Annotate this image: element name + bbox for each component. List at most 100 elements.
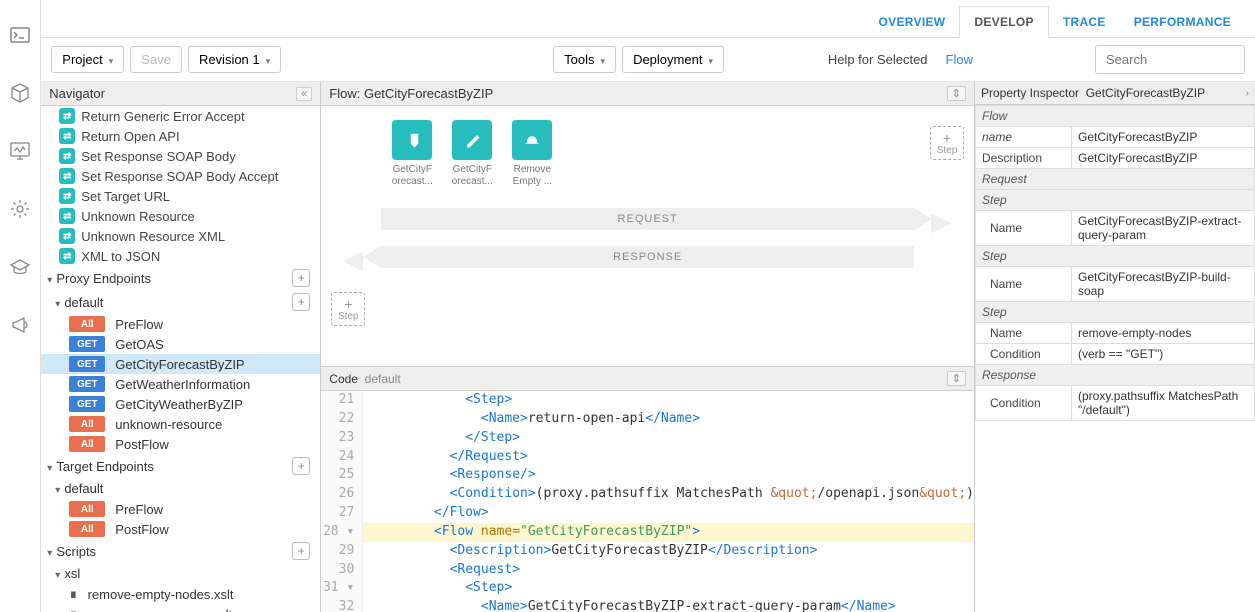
policy-icon: ⇄ bbox=[59, 188, 75, 204]
scripts-group[interactable]: Scripts+ bbox=[41, 539, 320, 563]
script-item[interactable]: ∎remove-empty-nodes.xslt bbox=[41, 584, 320, 604]
method-badge: GET bbox=[69, 396, 105, 412]
add-step-request[interactable]: +Step bbox=[930, 126, 964, 160]
flow-step[interactable]: RemoveEmpty ... bbox=[507, 120, 557, 188]
method-badge: GET bbox=[69, 336, 105, 352]
policy-item[interactable]: ⇄Unknown Resource XML bbox=[41, 226, 320, 246]
flow-item[interactable]: AllPostFlow bbox=[41, 434, 320, 454]
code-header: Code default ⇕ bbox=[321, 366, 974, 391]
graduate-icon[interactable] bbox=[9, 256, 31, 278]
target-endpoints-group[interactable]: Target Endpoints+ bbox=[41, 454, 320, 478]
help-label: Help for Selected bbox=[828, 52, 928, 67]
method-badge: GET bbox=[69, 356, 105, 372]
project-dropdown[interactable]: Project bbox=[51, 46, 124, 73]
policy-icon: ⇄ bbox=[59, 168, 75, 184]
xsl-folder[interactable]: xsl bbox=[41, 563, 320, 584]
code-line[interactable]: 30 <Request> bbox=[321, 561, 974, 580]
request-bar: REQUEST▶ bbox=[381, 208, 914, 230]
flow-item[interactable]: AllPostFlow bbox=[41, 519, 320, 539]
policy-icon: ⇄ bbox=[59, 108, 75, 124]
deployment-dropdown[interactable]: Deployment bbox=[622, 46, 724, 73]
method-badge: All bbox=[69, 436, 105, 452]
inspector-caret-icon[interactable]: › bbox=[1246, 88, 1249, 99]
monitor-icon[interactable] bbox=[9, 140, 31, 162]
save-button[interactable]: Save bbox=[130, 46, 182, 73]
target-default-group[interactable]: default bbox=[41, 478, 320, 499]
code-line[interactable]: 24 </Request> bbox=[321, 448, 974, 467]
policy-icon: ⇄ bbox=[59, 228, 75, 244]
add-script-button[interactable]: + bbox=[292, 542, 310, 560]
gear-icon[interactable] bbox=[9, 198, 31, 220]
inspector-section: Request bbox=[976, 169, 1255, 190]
megaphone-icon[interactable] bbox=[9, 314, 31, 336]
inspector-section: Flow bbox=[976, 106, 1255, 127]
policy-item[interactable]: ⇄Unknown Resource bbox=[41, 206, 320, 226]
code-line[interactable]: 32 <Name>GetCityForecastByZIP-extract-qu… bbox=[321, 598, 974, 612]
flow-item[interactable]: GETGetCityForecastByZIP bbox=[41, 354, 320, 374]
navigator-panel: Navigator « ⇄Return Generic Error Accept… bbox=[41, 82, 321, 612]
collapse-flow-icon[interactable]: ⇕ bbox=[947, 86, 966, 101]
flow-item[interactable]: AllPreFlow bbox=[41, 499, 320, 519]
tab-develop[interactable]: DEVELOP bbox=[959, 6, 1048, 38]
code-line[interactable]: 21 <Step> bbox=[321, 391, 974, 410]
code-line[interactable]: 23 </Step> bbox=[321, 429, 974, 448]
method-badge: All bbox=[69, 521, 105, 537]
tab-overview[interactable]: OVERVIEW bbox=[865, 7, 960, 37]
package-icon[interactable] bbox=[9, 82, 31, 104]
flow-help-link[interactable]: Flow bbox=[946, 52, 973, 67]
policy-item[interactable]: ⇄Set Response SOAP Body bbox=[41, 146, 320, 166]
add-step-response[interactable]: +Step bbox=[331, 292, 365, 326]
code-line[interactable]: 22 <Name>return-open-api</Name> bbox=[321, 410, 974, 429]
add-proxy-endpoint-button[interactable]: + bbox=[292, 269, 310, 287]
policy-item[interactable]: ⇄XML to JSON bbox=[41, 246, 320, 266]
code-line[interactable]: 27 </Flow> bbox=[321, 504, 974, 523]
revision-dropdown[interactable]: Revision 1 bbox=[188, 46, 281, 73]
proxy-default-group[interactable]: default+ bbox=[41, 290, 320, 314]
flow-item[interactable]: Allunknown-resource bbox=[41, 414, 320, 434]
code-line[interactable]: 31 ▾ <Step> bbox=[321, 579, 974, 598]
terminal-icon[interactable] bbox=[9, 24, 31, 46]
policy-item[interactable]: ⇄Set Response SOAP Body Accept bbox=[41, 166, 320, 186]
proxy-endpoints-group[interactable]: Proxy Endpoints+ bbox=[41, 266, 320, 290]
add-target-endpoint-button[interactable]: + bbox=[292, 457, 310, 475]
inspector-row: Condition(verb == "GET") bbox=[976, 344, 1255, 365]
flow-step[interactable]: GetCityForecast... bbox=[447, 120, 497, 188]
tab-trace[interactable]: TRACE bbox=[1049, 7, 1120, 37]
response-bar: RESPONSE◀ bbox=[381, 246, 914, 268]
property-inspector: Property Inspector GetCityForecastByZIP … bbox=[975, 82, 1255, 612]
policy-icon: ⇄ bbox=[59, 248, 75, 264]
policy-item[interactable]: ⇄Set Target URL bbox=[41, 186, 320, 206]
method-badge: All bbox=[69, 316, 105, 332]
flow-canvas: GetCityForecast...GetCityForecast...Remo… bbox=[321, 106, 974, 366]
policy-icon: ⇄ bbox=[59, 208, 75, 224]
add-flow-button[interactable]: + bbox=[292, 293, 310, 311]
flow-header: Flow: GetCityForecastByZIP ⇕ bbox=[321, 82, 974, 106]
script-item[interactable]: ∎remove-namespaces.xslt bbox=[41, 604, 320, 612]
inspector-row: Condition(proxy.pathsuffix MatchesPath "… bbox=[976, 386, 1255, 421]
code-line[interactable]: 28 ▾ <Flow name="GetCityForecastByZIP"> bbox=[321, 523, 974, 542]
code-line[interactable]: 26 <Condition>(proxy.pathsuffix MatchesP… bbox=[321, 485, 974, 504]
policy-item[interactable]: ⇄Return Open API bbox=[41, 126, 320, 146]
tab-performance[interactable]: PERFORMANCE bbox=[1120, 7, 1245, 37]
code-editor[interactable]: 21 <Step>22 <Name>return-open-api</Name>… bbox=[321, 391, 974, 612]
collapse-code-icon[interactable]: ⇕ bbox=[947, 371, 966, 386]
flow-step[interactable]: GetCityForecast... bbox=[387, 120, 437, 188]
code-line[interactable]: 29 <Description>GetCityForecastByZIP</De… bbox=[321, 542, 974, 561]
inspector-row: nameGetCityForecastByZIP bbox=[976, 127, 1255, 148]
inspector-row: Nameremove-empty-nodes bbox=[976, 323, 1255, 344]
navigator-header: Navigator « bbox=[41, 82, 320, 106]
code-line[interactable]: 25 <Response/> bbox=[321, 466, 974, 485]
policy-icon: ⇄ bbox=[59, 148, 75, 164]
collapse-nav-icon[interactable]: « bbox=[296, 87, 312, 101]
inspector-row: DescriptionGetCityForecastByZIP bbox=[976, 148, 1255, 169]
top-tabs: OVERVIEWDEVELOPTRACEPERFORMANCE bbox=[41, 0, 1255, 38]
flow-item[interactable]: GETGetCityWeatherByZIP bbox=[41, 394, 320, 414]
flow-item[interactable]: GETGetOAS bbox=[41, 334, 320, 354]
search-input[interactable] bbox=[1095, 45, 1245, 74]
file-icon: ∎ bbox=[69, 606, 77, 612]
flow-item[interactable]: AllPreFlow bbox=[41, 314, 320, 334]
method-badge: All bbox=[69, 501, 105, 517]
tools-dropdown[interactable]: Tools bbox=[553, 46, 616, 73]
policy-item[interactable]: ⇄Return Generic Error Accept bbox=[41, 106, 320, 126]
flow-item[interactable]: GETGetWeatherInformation bbox=[41, 374, 320, 394]
